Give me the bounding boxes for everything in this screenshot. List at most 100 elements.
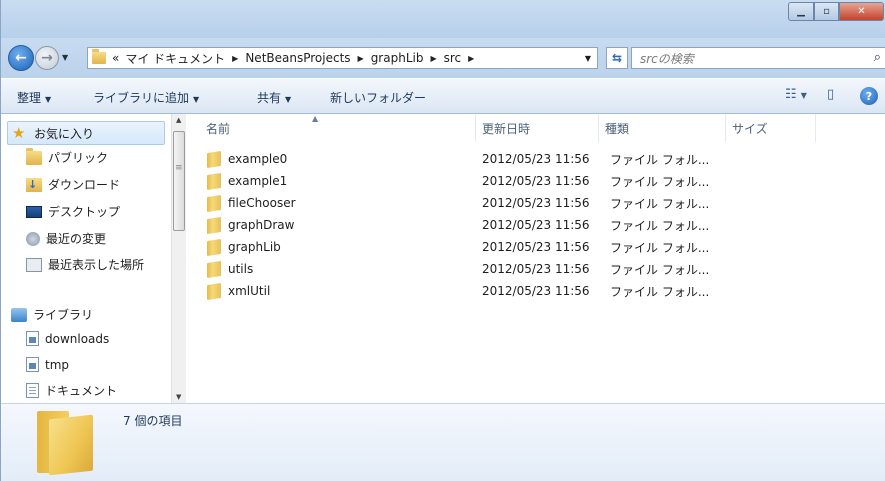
desktop-icon [26, 205, 42, 218]
chevron-right-icon[interactable]: ▶ [232, 54, 238, 63]
chevron-right-icon[interactable]: ▶ [430, 54, 436, 63]
file-name-cell: utils [207, 260, 253, 278]
file-name-cell: fileChooser [207, 194, 296, 212]
details-pane: 7 個の項目 [1, 403, 885, 481]
nav-label: デスクトップ [48, 205, 121, 219]
nav-label: ダウンロード [48, 178, 121, 192]
file-date: 2012/05/23 11:56 [482, 152, 590, 166]
scrollbar-thumb[interactable] [173, 131, 185, 231]
nav-label: ドキュメント [45, 384, 118, 398]
close-icon: ✕ [857, 6, 866, 17]
table-row[interactable]: example0 2012/05/23 11:56 ファイル フォル... [187, 148, 885, 170]
nav-item-documents[interactable]: ドキュメント [26, 382, 117, 399]
scroll-down-icon[interactable]: ▼ [176, 393, 181, 401]
library-icon [26, 331, 39, 346]
file-name: example1 [228, 174, 288, 188]
nav-label: お気に入り [34, 126, 95, 141]
file-name: graphDraw [228, 218, 295, 232]
address-bar[interactable]: « マイ ドキュメント ▶ NetBeansProjects ▶ graphLi… [87, 47, 598, 69]
share-label: 共有 [257, 91, 282, 105]
new-folder-label: 新しいフォルダー [330, 91, 427, 105]
document-icon [26, 383, 39, 398]
add-to-library-button[interactable]: ライブラリに追加 ▼ [93, 89, 199, 106]
nav-item-downloads[interactable]: ダウンロード [26, 176, 120, 193]
column-header-name[interactable]: 名前 ▲ [200, 114, 476, 142]
folder-icon [26, 147, 42, 165]
table-row[interactable]: utils 2012/05/23 11:56 ファイル フォル... [187, 258, 885, 280]
nav-item-public[interactable]: パブリック [26, 147, 108, 166]
view-options-icon[interactable]: ☷ ▼ [785, 87, 807, 102]
scrollbar-grip-icon: ≡ [175, 163, 183, 173]
nav-label: tmp [45, 357, 70, 372]
table-row[interactable]: fileChooser 2012/05/23 11:56 ファイル フォル... [187, 192, 885, 214]
file-name: graphLib [228, 240, 281, 254]
downloads-folder-icon [26, 177, 42, 192]
nav-item-recent-changes[interactable]: 最近の変更 [26, 230, 106, 247]
help-icon[interactable]: ? [860, 87, 878, 105]
scroll-up-icon[interactable]: ▲ [176, 116, 181, 124]
item-count: 7 個の項目 [123, 414, 183, 428]
minimize-button[interactable]: ▁ [788, 2, 814, 21]
nav-item-lib-downloads[interactable]: downloads [26, 331, 109, 346]
navigation-pane: ★ お気に入り パブリック ダウンロード デスクトップ 最近の変更 最近表示した場… [1, 114, 186, 403]
breadcrumb-item[interactable]: src [444, 51, 462, 65]
title-bar[interactable]: ▁ ▫ ✕ [1, 0, 885, 38]
chevron-right-icon[interactable]: ▶ [358, 54, 364, 63]
address-dropdown-icon[interactable]: ▼ [585, 54, 591, 63]
file-date: 2012/05/23 11:56 [482, 174, 590, 188]
add-to-library-label: ライブラリに追加 [93, 91, 190, 105]
nav-item-libraries[interactable]: ライブラリ [11, 306, 93, 323]
search-icon[interactable]: ⌕ [874, 50, 881, 65]
libraries-icon [11, 307, 27, 322]
file-name-cell: xmlUtil [207, 282, 270, 300]
column-header-date[interactable]: 更新日時 [476, 114, 599, 142]
breadcrumb-item[interactable]: マイ ドキュメント [125, 50, 225, 67]
file-name-cell: example1 [207, 172, 288, 190]
share-button[interactable]: 共有 ▼ [257, 89, 291, 106]
breadcrumb-item[interactable]: graphLib [371, 51, 424, 65]
column-header-type[interactable]: 種類 [599, 114, 726, 142]
folder-icon [207, 150, 221, 168]
file-name-cell: example0 [207, 150, 287, 168]
table-row[interactable]: graphLib 2012/05/23 11:56 ファイル フォル... [187, 236, 885, 258]
file-date: 2012/05/23 11:56 [482, 284, 590, 298]
forward-button[interactable]: → [35, 46, 59, 70]
chevron-right-icon[interactable]: ▶ [468, 54, 474, 63]
table-row[interactable]: xmlUtil 2012/05/23 11:56 ファイル フォル... [187, 280, 885, 302]
file-type: ファイル フォル... [610, 218, 710, 233]
organize-button[interactable]: 整理 ▼ [17, 89, 51, 106]
preview-pane-icon[interactable]: ▯ [827, 87, 834, 102]
maximize-button[interactable]: ▫ [814, 2, 839, 21]
nav-item-recent-places[interactable]: 最近表示した場所 [26, 256, 170, 273]
folder-icon [207, 282, 221, 300]
file-date: 2012/05/23 11:56 [482, 196, 590, 210]
new-folder-button[interactable]: 新しいフォルダー [330, 89, 426, 106]
nav-item-lib-tmp[interactable]: tmp [26, 357, 69, 372]
breadcrumb-overflow[interactable]: « [112, 51, 119, 65]
nav-scrollbar[interactable]: ▲ ≡ ▼ [171, 114, 186, 403]
file-list: 名前 ▲ 更新日時 種類 サイズ example0 2012/05/23 11:5… [187, 114, 885, 403]
back-arrow-icon: ← [15, 50, 27, 66]
nav-label: 最近の変更 [46, 232, 107, 246]
recent-pages-dropdown[interactable]: ▼ [62, 53, 68, 62]
file-type: ファイル フォル... [610, 196, 710, 211]
chevron-down-icon: ▼ [45, 95, 52, 104]
column-label: 更新日時 [482, 121, 531, 136]
file-date: 2012/05/23 11:56 [482, 218, 590, 232]
table-row[interactable]: example1 2012/05/23 11:56 ファイル フォル... [187, 170, 885, 192]
file-name: fileChooser [228, 196, 296, 210]
search-input[interactable]: srcの検索 ⌕ [631, 47, 885, 69]
organize-label: 整理 [17, 91, 42, 105]
folder-large-icon [37, 411, 99, 476]
breadcrumb-item[interactable]: NetBeansProjects [245, 51, 350, 65]
table-row[interactable]: graphDraw 2012/05/23 11:56 ファイル フォル... [187, 214, 885, 236]
recent-places-icon [26, 257, 42, 272]
close-button[interactable]: ✕ [839, 2, 884, 21]
nav-item-favorites[interactable]: ★ お気に入り [7, 121, 165, 145]
nav-item-desktop[interactable]: デスクトップ [26, 203, 120, 220]
back-button[interactable]: ← [8, 45, 34, 71]
column-header-size[interactable]: サイズ [726, 114, 816, 142]
recent-changes-icon [26, 231, 40, 246]
sort-ascending-icon: ▲ [312, 114, 319, 123]
refresh-button[interactable]: ⇆ [606, 47, 628, 69]
